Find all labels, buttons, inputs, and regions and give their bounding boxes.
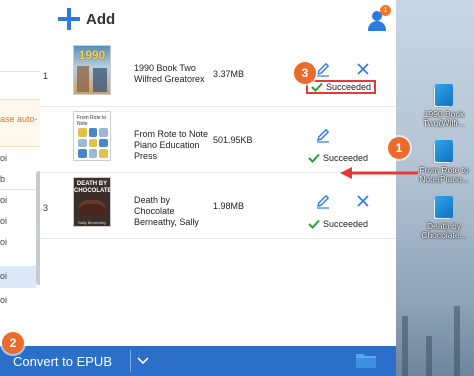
cover-figure <box>77 66 89 92</box>
check-icon <box>311 82 323 92</box>
status-text: Succeeded <box>323 153 369 163</box>
left-item[interactable]: oi <box>0 237 36 247</box>
status-succeeded: Succeeded <box>306 80 377 94</box>
user-account-button[interactable]: 1 <box>364 5 391 31</box>
left-item[interactable]: oi <box>0 271 36 281</box>
book-list: 1 1990 1990 Book Two Wilfred Greatorex 3… <box>40 41 396 346</box>
left-item[interactable]: oi <box>0 216 36 226</box>
cover-pattern <box>78 128 108 158</box>
callout-badge-2: 2 <box>2 332 24 354</box>
desktop-file-icon[interactable]: Death by Chocolate... <box>414 194 474 240</box>
desktop-file-icon[interactable]: 1990 Book Two(Wilfr... <box>414 82 474 128</box>
check-icon <box>308 219 320 229</box>
cover-figure <box>93 68 107 92</box>
book-title: 1990 Book Two Wilfred Greatorex <box>134 63 205 84</box>
book-row[interactable]: 3 DEATH BY CHOCOLATE Sally Berneathy Dea… <box>40 173 396 239</box>
bottom-bar: Convert to EPUB <box>0 346 396 376</box>
row-index: 1 <box>43 71 49 81</box>
close-icon[interactable] <box>355 193 371 209</box>
book-cover: 1990 <box>73 45 111 95</box>
tree-silhouette <box>402 316 408 376</box>
format-dropdown[interactable] <box>130 350 154 372</box>
book-title: Death by Chocolate Berneathy, Sally <box>134 195 199 227</box>
notice-text: ase auto- <box>0 114 38 124</box>
status-succeeded: Succeeded <box>308 217 368 231</box>
edit-icon[interactable] <box>315 61 331 77</box>
desktop-file-icon[interactable]: From Rote to Note(Piano... <box>414 138 474 184</box>
tree-silhouette <box>454 306 460 376</box>
notification-badge: 1 <box>380 5 391 16</box>
book-size: 501.95KB <box>213 135 253 145</box>
auto-notice: ase auto- <box>0 99 42 147</box>
left-item[interactable]: oi <box>0 195 36 205</box>
tree-silhouette <box>426 336 432 376</box>
chevron-down-icon <box>137 357 149 365</box>
status-succeeded: Succeeded <box>308 151 368 165</box>
left-item[interactable]: oi <box>0 153 36 163</box>
desktop-file-label: Two(Wilfr... <box>422 118 466 128</box>
left-item[interactable]: oi <box>0 295 36 305</box>
converter-window: Add 1 ase auto- oi b oi oi oi oi oi 1 19… <box>0 0 396 376</box>
left-item[interactable]: b <box>0 174 36 184</box>
book-row[interactable]: 1 1990 1990 Book Two Wilfred Greatorex 3… <box>40 41 396 107</box>
cover-title: 1990 <box>78 48 106 62</box>
ebook-file-icon <box>433 138 455 164</box>
folder-icon[interactable] <box>356 352 376 368</box>
edit-icon[interactable] <box>315 127 331 143</box>
row-index: 3 <box>43 203 49 213</box>
callout-badge-1: 1 <box>388 137 410 159</box>
add-button[interactable]: Add <box>58 5 115 33</box>
desktop-file-label: Note(Piano... <box>419 174 469 184</box>
check-icon <box>308 153 320 163</box>
cover-title: From Rote to Note <box>77 115 107 127</box>
book-title: From Rote to Note Piano Education Press <box>134 129 209 161</box>
top-toolbar: Add 1 <box>0 0 396 41</box>
callout-badge-3: 3 <box>294 62 316 84</box>
cover-title: DEATH BY CHOCOLATE <box>74 181 111 194</box>
ebook-file-icon <box>433 82 455 108</box>
add-label: Add <box>86 10 116 28</box>
book-cover: From Rote to Note <box>73 111 111 161</box>
book-row[interactable]: 2 From Rote to Note From Rote to Note Pi… <box>40 107 396 173</box>
plus-icon <box>58 8 80 30</box>
desktop-file-label: Chocolate... <box>421 230 467 240</box>
ebook-file-icon <box>433 194 455 220</box>
cover-cake <box>79 200 105 216</box>
user-icon-body <box>368 21 386 31</box>
close-icon[interactable] <box>355 61 371 77</box>
book-size: 3.37MB <box>213 69 245 79</box>
desktop-background: 1990 Book Two(Wilfr... From Rote to Note… <box>396 0 474 376</box>
status-text: Succeeded <box>326 82 372 92</box>
book-cover: DEATH BY CHOCOLATE Sally Berneathy <box>73 177 111 227</box>
cover-author: Sally Berneathy <box>77 220 106 225</box>
status-text: Succeeded <box>323 219 369 229</box>
pointer-arrow <box>340 167 418 179</box>
edit-icon[interactable] <box>315 193 331 209</box>
book-size: 1.98MB <box>213 201 245 211</box>
